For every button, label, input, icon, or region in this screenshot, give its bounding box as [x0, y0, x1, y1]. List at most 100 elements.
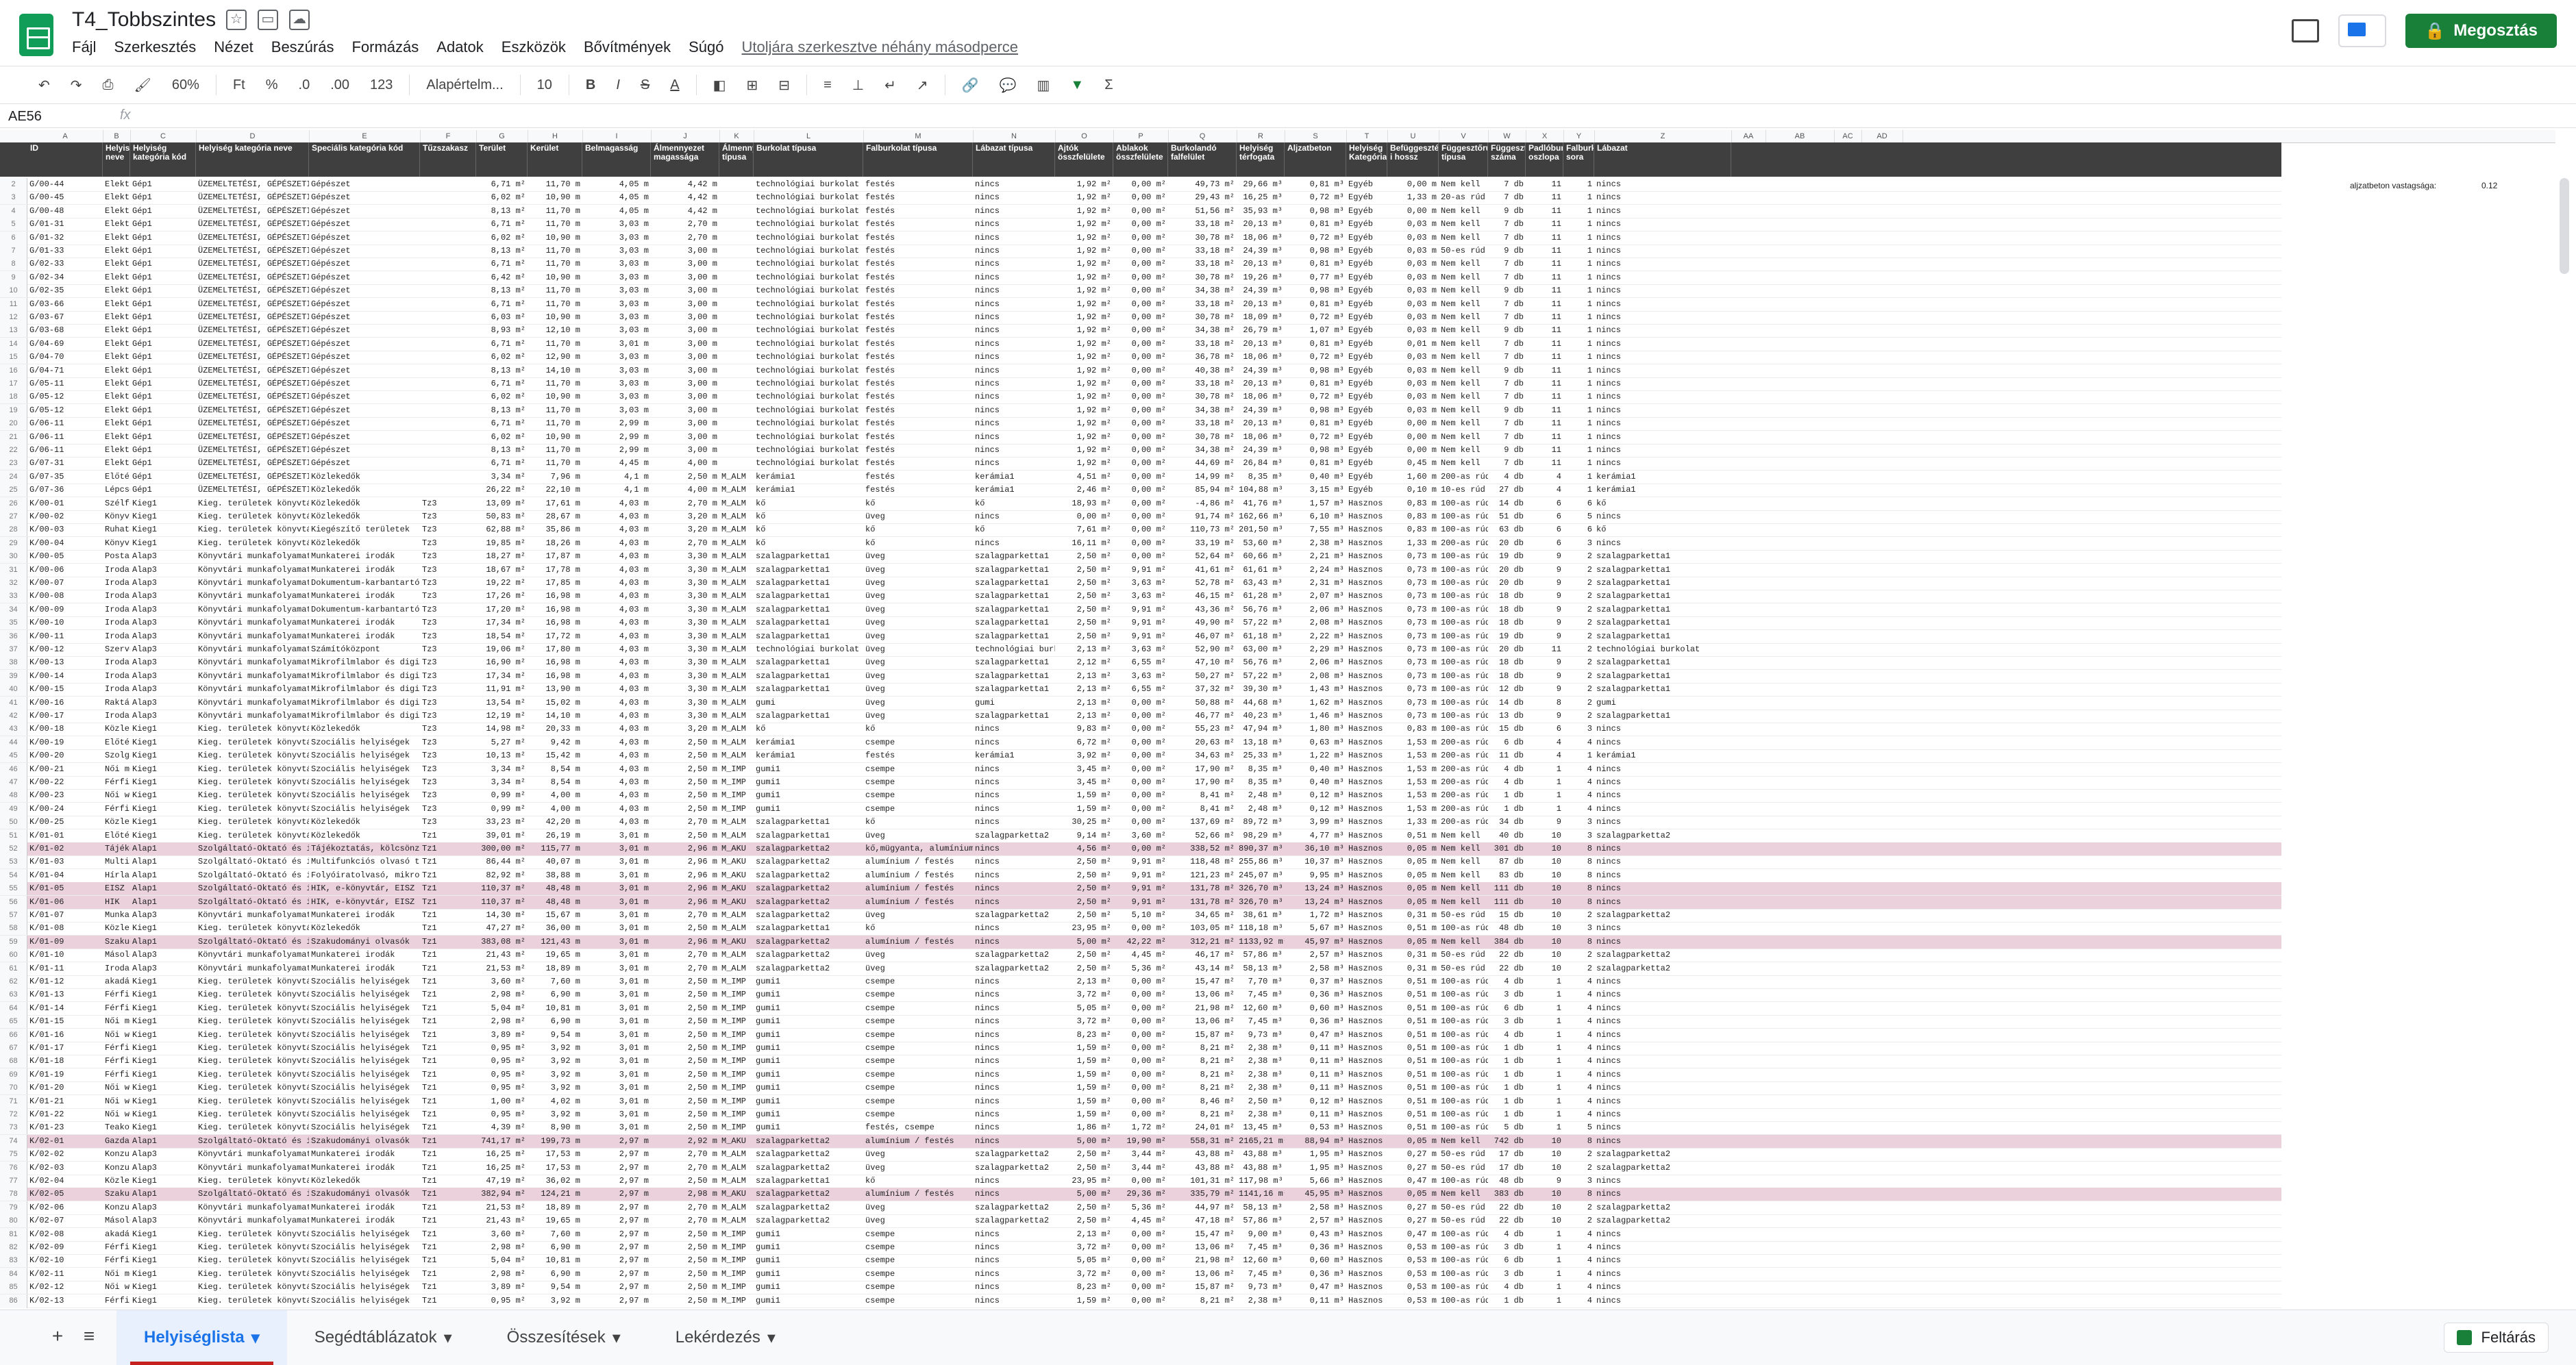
- cell-bh[interactable]: 0,83 m: [1387, 510, 1439, 523]
- cell-name[interactable]: Elektromos helyiség: [103, 351, 130, 364]
- cell-hk[interactable]: Hasznos: [1346, 497, 1387, 510]
- cell-bf[interactable]: 8,46 m²: [1168, 1095, 1237, 1108]
- cell-kk[interactable]: Gép1: [130, 298, 196, 311]
- cell-lt[interactable]: szalagparketta1: [973, 630, 1055, 643]
- cell-fr[interactable]: Nem kell: [1439, 284, 1488, 297]
- cell-at[interactable]: [719, 284, 754, 297]
- row-number[interactable]: 81: [0, 1227, 27, 1241]
- cell-fs[interactable]: 1: [1563, 457, 1594, 470]
- cell-at[interactable]: [719, 245, 754, 258]
- cell-tf[interactable]: 57,22 m³: [1237, 616, 1285, 629]
- cell-ajto[interactable]: 7,61 m²: [1055, 523, 1113, 536]
- cell-abl[interactable]: 0,00 m²: [1113, 284, 1168, 297]
- table-row[interactable]: 11G/03-66Elektromos helyiségGép1ÜZEMELTE…: [0, 297, 2281, 312]
- cell-name[interactable]: Férfi mosdó: [103, 1241, 130, 1254]
- cell-alj[interactable]: 36,10 m³: [1285, 842, 1346, 855]
- cell-hk[interactable]: Hasznos: [1346, 789, 1387, 802]
- cell-alj[interactable]: 0,12 m³: [1285, 789, 1346, 802]
- cell-at[interactable]: M_ALM: [719, 1214, 754, 1227]
- cell-bf[interactable]: 34,38 m²: [1168, 404, 1237, 417]
- cell-hk[interactable]: Hasznos: [1346, 1002, 1387, 1015]
- cell-am[interactable]: 4,42 m: [651, 191, 719, 204]
- table-row[interactable]: 4G/00-48Elektromos helyiségGép1ÜZEMELTET…: [0, 204, 2281, 218]
- column-header[interactable]: Helyiség térfogata: [1237, 142, 1285, 177]
- row-number[interactable]: 30: [0, 550, 27, 564]
- row-number[interactable]: 87: [0, 1307, 27, 1308]
- cell-fs[interactable]: 2: [1563, 616, 1594, 629]
- cell-abl[interactable]: 0,00 m²: [1113, 1095, 1168, 1108]
- cell-kn[interactable]: Kieg. területek könyvtár: [196, 988, 309, 1001]
- cell-am[interactable]: 3,20 m: [651, 723, 719, 736]
- cell-sk[interactable]: HIK, e-könyvtár, EISZ: [309, 896, 420, 909]
- cell-alj[interactable]: 0,81 m³: [1285, 298, 1346, 311]
- table-row[interactable]: 41K/00-16RaktárAlap3Könyvtári munkafolya…: [0, 696, 2281, 710]
- row-number[interactable]: 64: [0, 1001, 27, 1015]
- cell-lab[interactable]: nincs: [1594, 364, 1731, 377]
- cell-ter[interactable]: 82,92 m²: [476, 869, 528, 882]
- menu-item-6[interactable]: Eszközök: [501, 38, 566, 56]
- cell-tsz[interactable]: Tz1: [420, 1254, 476, 1267]
- cell-kn[interactable]: ÜZEMELTETÉSI, GÉPÉSZETI ÉS ELEKTROMOS: [196, 178, 309, 191]
- cell-name[interactable]: Elektromos helyiség: [103, 298, 130, 311]
- cell-ter[interactable]: 3,34 m²: [476, 776, 528, 789]
- cell-fr[interactable]: 100-as rúd: [1439, 1241, 1488, 1254]
- cell-sk[interactable]: Munkaterei irodák: [309, 630, 420, 643]
- cell-bh[interactable]: 0,73 m: [1387, 697, 1439, 710]
- cell-lab[interactable]: nincs: [1594, 869, 1731, 882]
- cell-ker[interactable]: 17,87 m: [528, 550, 582, 563]
- cloud-icon[interactable]: ☁: [289, 10, 310, 30]
- cell-bt[interactable]: szalagparketta1: [754, 829, 863, 842]
- cell-sk[interactable]: Gépészet: [309, 218, 420, 231]
- cell-ter[interactable]: 0,95 m²: [476, 1081, 528, 1094]
- cell-bt[interactable]: szalagparketta2: [754, 936, 863, 949]
- cell-fr[interactable]: 100-as rúd: [1439, 922, 1488, 935]
- cell-id[interactable]: K/00-16: [27, 697, 103, 710]
- cell-at[interactable]: M_ALM: [719, 564, 754, 577]
- cell-tsz[interactable]: Tz1: [420, 1281, 476, 1294]
- cell-frs[interactable]: 1 db: [1488, 1081, 1526, 1094]
- cell-fs[interactable]: 2: [1563, 630, 1594, 643]
- cell-abl[interactable]: 0,00 m²: [1113, 324, 1168, 337]
- cell-kn[interactable]: Könyvtári munkafolyamatok: [196, 670, 309, 683]
- cell-ker[interactable]: 6,90 m: [528, 988, 582, 1001]
- cell-lt[interactable]: szalagparketta2: [973, 1201, 1055, 1214]
- cell-bh[interactable]: 1,33 m: [1387, 816, 1439, 829]
- row-number[interactable]: 23: [0, 457, 27, 471]
- cell-at[interactable]: M_ALM: [719, 749, 754, 762]
- cell-at[interactable]: M_ALM: [719, 510, 754, 523]
- cell-fs[interactable]: 8: [1563, 882, 1594, 895]
- cell-bf[interactable]: 34,38 m²: [1168, 324, 1237, 337]
- row-number[interactable]: 27: [0, 510, 27, 523]
- caret-down-icon[interactable]: ▾: [444, 1328, 452, 1348]
- cell-sk[interactable]: Mikrofilmlabor és digitalizáló: [309, 710, 420, 723]
- cell-id[interactable]: K/01-09: [27, 936, 103, 949]
- cell-am[interactable]: 3,30 m: [651, 550, 719, 563]
- cell-tf[interactable]: 61,28 m³: [1237, 590, 1285, 603]
- cell-bt[interactable]: technológiai burkolat: [754, 191, 863, 204]
- cell-sk[interactable]: Munkaterei irodák: [309, 1148, 420, 1161]
- table-row[interactable]: 5G/01-31Elektromos helyiségGép1ÜZEMELTET…: [0, 218, 2281, 232]
- table-row[interactable]: 70K/01-20Női wcKieg1Kieg. területek köny…: [0, 1081, 2281, 1096]
- cell-bt[interactable]: technológiai burkolat: [754, 377, 863, 390]
- cell-bt[interactable]: technológiai burkolat: [754, 231, 863, 245]
- cell-bm[interactable]: 3,01 m: [582, 922, 651, 935]
- cell-alj[interactable]: 0,98 m³: [1285, 245, 1346, 258]
- cell-abl[interactable]: 42,22 m²: [1113, 936, 1168, 949]
- cell-ajto[interactable]: 2,13 m²: [1055, 697, 1113, 710]
- cell-name[interactable]: Női wc: [103, 1029, 130, 1042]
- cell-at[interactable]: M_ALM: [719, 630, 754, 643]
- cell-ajto[interactable]: 5,05 m²: [1055, 1002, 1113, 1015]
- cell-bm[interactable]: 2,97 m: [582, 1175, 651, 1188]
- cell-tsz[interactable]: Tz3: [420, 497, 476, 510]
- cell-tf[interactable]: 60,66 m³: [1237, 550, 1285, 563]
- cell-ter[interactable]: 8,13 m²: [476, 245, 528, 258]
- cell-kk[interactable]: Kieg1: [130, 1015, 196, 1028]
- cell-tsz[interactable]: [420, 377, 476, 390]
- cell-bm[interactable]: 2,97 m: [582, 1135, 651, 1148]
- table-row[interactable]: 77K/02-04KözlekedőKieg1Kieg. területek k…: [0, 1175, 2281, 1188]
- cell-fr[interactable]: 50-es rúd: [1439, 962, 1488, 975]
- cell-bm[interactable]: 2,97 m: [582, 1162, 651, 1175]
- cell-po[interactable]: 11: [1526, 351, 1563, 364]
- cell-lt[interactable]: nincs: [973, 936, 1055, 949]
- cell-bm[interactable]: 4,03 m: [582, 510, 651, 523]
